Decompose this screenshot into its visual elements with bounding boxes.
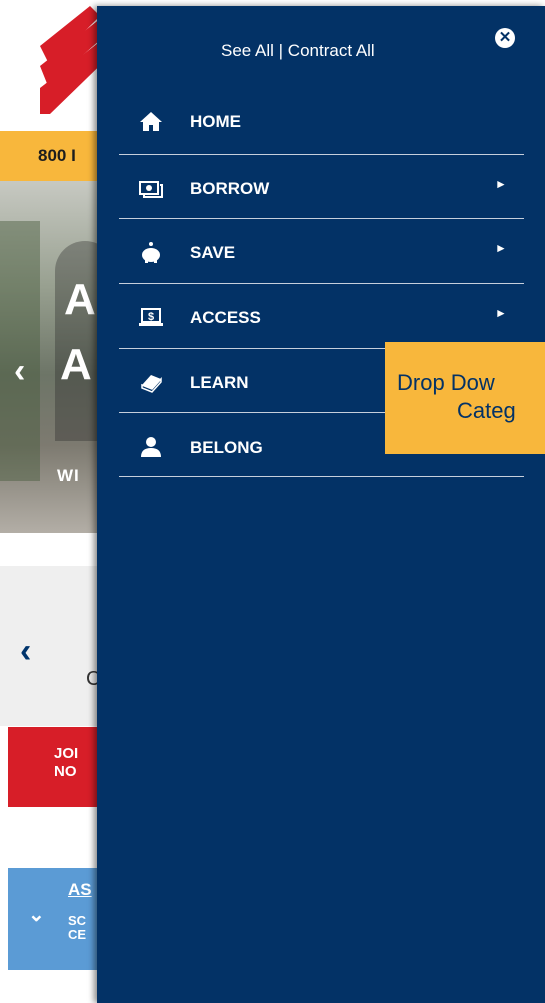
carousel-prev-arrow-icon[interactable]: ‹ xyxy=(20,632,31,671)
menu-divider xyxy=(119,476,524,477)
menu-item-label: LEARN xyxy=(190,373,249,392)
hero-heading-line1: A xyxy=(64,275,96,324)
submenu-arrow-icon[interactable]: ► xyxy=(495,306,507,320)
accordion-subtitle-line2: CE xyxy=(68,927,87,942)
hero-foliage xyxy=(0,221,40,481)
tooltip-text-line2: Categ xyxy=(457,398,516,423)
submenu-arrow-icon[interactable]: ► xyxy=(495,177,507,191)
menu-divider xyxy=(119,218,524,219)
join-now-label: JOI NO xyxy=(54,745,78,781)
drop-down-category-tooltip: Drop Dow Categ xyxy=(385,342,545,454)
menu-item-label: ACCESS xyxy=(190,308,261,327)
user-icon xyxy=(141,437,161,457)
menu-item-label: SAVE xyxy=(190,243,236,262)
book-icon xyxy=(141,375,162,393)
hero-heading-line2: A xyxy=(60,340,92,389)
see-all-contract-all-link[interactable]: See All | Contract All xyxy=(221,41,375,61)
menu-divider xyxy=(119,154,524,155)
join-now-line1: JOI xyxy=(54,745,79,762)
phone-number[interactable]: 800 I xyxy=(38,146,76,166)
submenu-arrow-icon[interactable]: ► xyxy=(495,241,507,255)
money-icon xyxy=(139,181,163,198)
hero-prev-arrow-icon[interactable]: ‹ xyxy=(14,352,25,391)
menu-item-label: BELONG xyxy=(190,438,263,457)
chevron-down-icon[interactable]: ⌄ xyxy=(28,902,45,927)
menu-item-label: HOME xyxy=(190,112,241,131)
tooltip-text-line1: Drop Dow xyxy=(397,370,495,395)
svg-text:$: $ xyxy=(148,311,154,323)
join-now-line2: NO xyxy=(54,763,77,780)
menu-item-save[interactable]: SAVE ► xyxy=(119,221,524,285)
slide-out-menu: See All | Contract All ✕ HOME BORROW ► S… xyxy=(97,6,545,1003)
home-icon xyxy=(140,112,162,131)
accordion-subtitle-line1: SC xyxy=(68,913,87,928)
hero-subheading: WI xyxy=(57,466,80,485)
menu-item-borrow[interactable]: BORROW ► xyxy=(119,157,524,221)
menu-item-label: BORROW xyxy=(190,179,270,198)
menu-divider xyxy=(119,283,524,284)
close-icon[interactable]: ✕ xyxy=(495,28,515,48)
menu-item-home[interactable]: HOME xyxy=(119,90,524,154)
accordion-subtitle: SC CE xyxy=(68,914,86,942)
piggy-bank-icon xyxy=(142,242,160,263)
menu-item-access[interactable]: $ ACCESS ► xyxy=(119,286,524,350)
accordion-title[interactable]: AS xyxy=(68,880,92,900)
laptop-dollar-icon: $ xyxy=(139,308,163,326)
